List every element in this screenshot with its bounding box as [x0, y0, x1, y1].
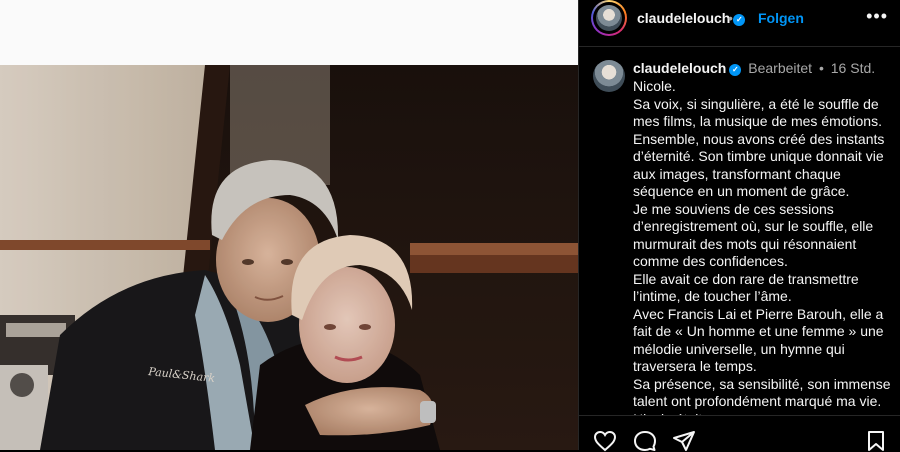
story-avatar[interactable]	[591, 0, 627, 36]
post-time: 16 Std.	[830, 60, 876, 76]
verified-badge-icon: ✓	[733, 14, 746, 26]
post-side-panel: claudelelouch ✓ • Folgen ••• claudelelouc…	[579, 0, 900, 452]
media-column: Paul&Shark	[0, 0, 578, 450]
more-horizontal-icon[interactable]: •••	[866, 6, 888, 27]
username-text: claudelelouch	[637, 10, 731, 26]
caption-text: Nicole. Sa voix, si singulière, a été le…	[633, 78, 895, 415]
edited-label: Bearbeitet	[748, 60, 813, 76]
follow-button[interactable]: Folgen	[758, 10, 804, 26]
caption-line: Avec Francis Lai et Pierre Barouh, elle …	[633, 305, 884, 375]
header-separator: •	[728, 10, 733, 26]
caption-line: Nicole.	[633, 78, 676, 94]
post-header: claudelelouch ✓ • Folgen •••	[579, 0, 900, 47]
comment-icon[interactable]	[633, 430, 657, 452]
verified-badge-icon: ✓	[729, 64, 742, 76]
caption-avatar[interactable]	[593, 60, 625, 92]
caption-line: Sa voix, si singulière, a été le souffle…	[633, 95, 882, 130]
caption-line: Je me souviens de ces sessions d’enregis…	[633, 200, 874, 270]
post-photo[interactable]: Paul&Shark	[0, 65, 578, 450]
media-top-area	[0, 0, 578, 65]
share-icon[interactable]	[672, 430, 696, 452]
caption-header: claudelelouch ✓ Bearbeitet • 16 Std.	[633, 60, 875, 76]
caption-line: Sa présence, sa sensibilité, son immense…	[633, 375, 891, 416]
caption-line: Elle avait ce don rare de transmettre l’…	[633, 270, 859, 305]
action-bar	[579, 415, 900, 452]
heart-icon[interactable]	[593, 430, 617, 452]
meta-separator: •	[818, 60, 824, 76]
bookmark-icon[interactable]	[866, 430, 886, 452]
caption-username[interactable]: claudelelouch	[633, 60, 726, 76]
avatar	[596, 5, 622, 31]
caption-line: Ensemble, nous avons créé des instants d…	[633, 130, 885, 200]
photo-illustration: Paul&Shark	[0, 65, 578, 450]
caption-area: claudelelouch ✓ Bearbeitet • 16 Std. Nico…	[579, 47, 900, 415]
